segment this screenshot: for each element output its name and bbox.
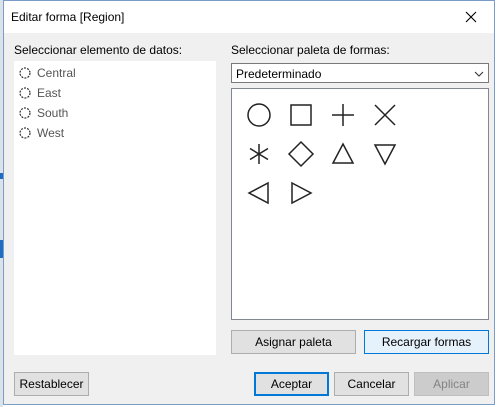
edit-shape-dialog: Editar forma [Region] Seleccionar elemen… — [3, 0, 495, 405]
title-bar: Editar forma [Region] — [4, 1, 494, 33]
cancel-button[interactable]: Cancelar — [334, 372, 409, 396]
asterisk-shape-icon[interactable] — [245, 140, 273, 168]
palette-select[interactable]: Predeterminado — [231, 63, 489, 83]
assign-palette-button[interactable]: Asignar paleta — [231, 330, 356, 354]
ok-button[interactable]: Aceptar — [254, 372, 329, 396]
list-item-label: Central — [37, 66, 76, 80]
circle-shape-icon — [18, 66, 32, 80]
list-item-east[interactable]: East — [18, 84, 61, 102]
circle-shape-icon — [18, 86, 32, 100]
list-item-label: East — [37, 86, 62, 100]
triangle-left-shape-icon[interactable] — [245, 179, 273, 207]
data-item-list[interactable]: Central East South West — [14, 61, 216, 355]
reset-button[interactable]: Restablecer — [14, 372, 89, 396]
circle-shape-icon — [18, 106, 32, 120]
triangle-up-shape-icon[interactable] — [329, 140, 357, 168]
chevron-down-icon — [474, 71, 484, 77]
times-shape-icon[interactable] — [371, 101, 399, 129]
list-item-label: South — [37, 106, 69, 120]
dialog-title: Editar forma [Region] — [11, 10, 125, 24]
reload-shapes-button[interactable]: Recargar formas — [364, 330, 489, 354]
data-item-label: Seleccionar elemento de datos: — [14, 43, 183, 57]
plus-shape-icon[interactable] — [329, 101, 357, 129]
circle-shape-icon — [18, 126, 32, 140]
shape-palette — [231, 88, 489, 320]
list-item-label: West — [37, 126, 65, 140]
list-item-central[interactable]: Central — [18, 64, 76, 82]
close-button[interactable] — [448, 1, 494, 33]
square-shape-icon[interactable] — [287, 101, 315, 129]
apply-button[interactable]: Aplicar — [414, 372, 489, 396]
triangle-right-shape-icon[interactable] — [287, 179, 315, 207]
diamond-shape-icon[interactable] — [287, 140, 315, 168]
triangle-down-shape-icon[interactable] — [371, 140, 399, 168]
close-icon — [465, 11, 477, 23]
list-item-south[interactable]: South — [18, 104, 68, 122]
list-item-west[interactable]: West — [18, 124, 64, 142]
palette-select-value: Predeterminado — [236, 67, 322, 81]
palette-label: Seleccionar paleta de formas: — [231, 43, 390, 57]
circle-shape-icon[interactable] — [245, 101, 273, 129]
